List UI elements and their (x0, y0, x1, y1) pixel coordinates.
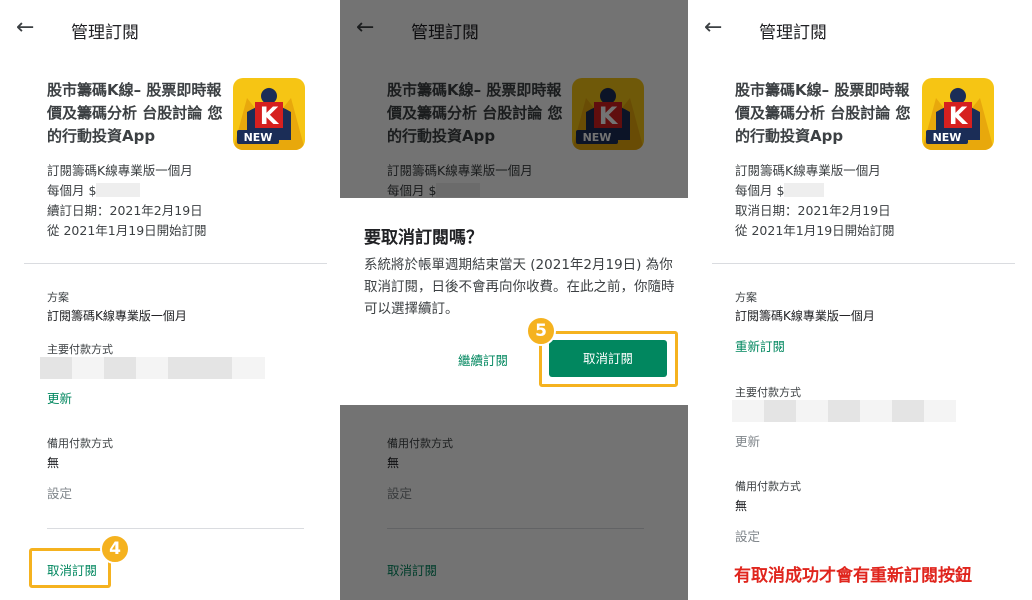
page-title: 管理訂閱 (759, 23, 827, 43)
app-icon: K NEW (233, 78, 305, 150)
page-title: 管理訂閱 (71, 23, 139, 43)
arrow-back-icon[interactable]: ← (704, 17, 722, 39)
app-title: 股市籌碼K線– 股票即時報價及籌碼分析 台股討論 您的行動投資App (47, 81, 223, 145)
continue-subscription-button[interactable]: 繼續訂閱 (458, 350, 508, 369)
divider (712, 263, 1015, 264)
divider (24, 263, 327, 264)
plan-name: 訂閱籌碼K線專業版一個月 (735, 163, 881, 178)
price-prefix: 每個月 $ (47, 183, 97, 198)
manage-subscription-screen-before: ← 管理訂閱 股市籌碼K線– 股票即時報價及籌碼分析 台股討論 您的行動投資Ap… (0, 0, 340, 600)
renewal-date: 續訂日期：2021年2月19日 (47, 203, 203, 218)
app-icon-letter: K (260, 102, 280, 130)
plan-label: 方案 (47, 291, 69, 304)
resubscribe-link[interactable]: 重新訂閱 (735, 336, 785, 355)
app-icon-letter: K (949, 102, 969, 130)
cancel-date: 取消日期：2021年2月19日 (735, 203, 891, 218)
price-blurred (96, 183, 141, 197)
plan-value: 訂閱籌碼K線專業版一個月 (735, 309, 875, 323)
resubscribe-note: 有取消成功才會有重新訂閱按鈕 (734, 566, 972, 586)
primary-payment-blurred (732, 400, 956, 422)
divider (47, 528, 304, 529)
plan-label: 方案 (735, 291, 757, 304)
price-blurred (784, 183, 825, 197)
backup-payment-value: 無 (47, 456, 60, 470)
plan-value: 訂閱籌碼K線專業版一個月 (47, 309, 187, 323)
backup-settings-link[interactable]: 設定 (47, 483, 72, 502)
cancel-subscription-link[interactable]: 取消訂閱 (47, 560, 97, 579)
backup-payment-label: 備用付款方式 (47, 437, 113, 450)
app-icon-badge: NEW (933, 131, 962, 144)
confirm-cancel-button[interactable]: 取消訂閱 (549, 340, 667, 377)
app-icon-badge: NEW (244, 131, 273, 144)
cancel-confirmation-screen: ← 管理訂閱 股市籌碼K線– 股票即時報價及籌碼分析 台股討論 您的行動投資Ap… (340, 0, 688, 600)
plan-name: 訂閱籌碼K線專業版一個月 (47, 163, 193, 178)
manage-subscription-screen-after: ← 管理訂閱 股市籌碼K線– 股票即時報價及籌碼分析 台股討論 您的行動投資Ap… (688, 0, 1032, 600)
cancel-dialog: 要取消訂閱嗎？ 系統將於帳單週期結束當天 (2021年2月19日) 為你取消訂閱… (340, 198, 688, 405)
modal-scrim-bottom[interactable] (340, 405, 688, 600)
dialog-body: 系統將於帳單週期結束當天 (2021年2月19日) 為你取消訂閱，日後不會再向你… (364, 257, 675, 317)
backup-payment-value: 無 (735, 499, 748, 513)
update-payment-link[interactable]: 更新 (47, 388, 72, 407)
app-title: 股市籌碼K線– 股票即時報價及籌碼分析 台股討論 您的行動投資App (735, 81, 911, 145)
price-prefix: 每個月 $ (735, 183, 785, 198)
step-4-badge: 4 (100, 534, 130, 564)
dialog-title: 要取消訂閱嗎？ (364, 228, 483, 248)
backup-payment-label: 備用付款方式 (735, 480, 801, 493)
primary-payment-blurred (40, 357, 265, 379)
price: 每個月 $ (735, 181, 825, 201)
backup-settings-link[interactable]: 設定 (735, 526, 760, 545)
arrow-back-icon[interactable]: ← (16, 17, 34, 39)
step-5-badge: 5 (526, 316, 556, 346)
modal-scrim-top[interactable] (340, 0, 688, 198)
primary-payment-label: 主要付款方式 (735, 386, 801, 399)
price: 每個月 $ (47, 181, 141, 201)
primary-payment-label: 主要付款方式 (47, 343, 113, 356)
start-date: 從 2021年1月19日開始訂閱 (735, 223, 895, 238)
update-payment-link[interactable]: 更新 (735, 431, 760, 450)
app-icon: K NEW (922, 78, 994, 150)
start-date: 從 2021年1月19日開始訂閱 (47, 223, 207, 238)
